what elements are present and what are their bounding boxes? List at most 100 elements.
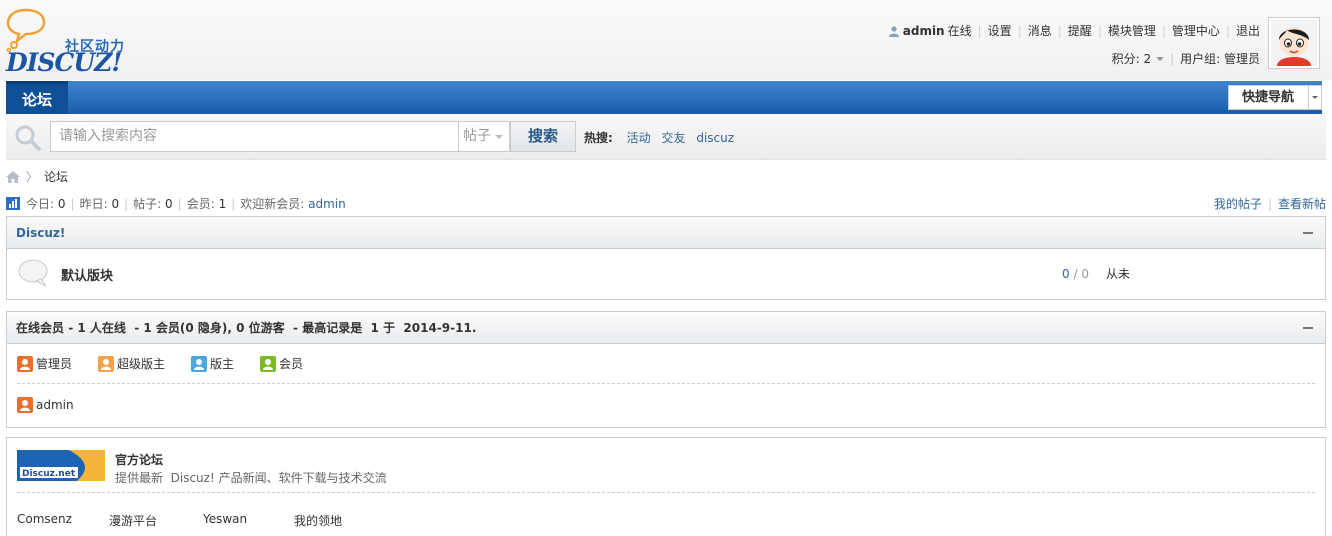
divider: | bbox=[231, 196, 236, 211]
avatar[interactable] bbox=[1268, 17, 1320, 69]
online-status[interactable]: 在线 bbox=[948, 22, 972, 39]
legend-admin: 管理员 bbox=[17, 355, 72, 372]
hot-search: 热搜: 活动 交友 discuz bbox=[584, 129, 741, 146]
today-count: 0 bbox=[57, 196, 66, 211]
members-label: 会员: bbox=[186, 197, 215, 211]
online-user-link[interactable]: admin bbox=[36, 398, 74, 412]
post-count: 0 bbox=[1081, 267, 1089, 281]
category-box: Discuz! 默认版块 0 / 0 从未 bbox=[6, 216, 1326, 300]
search-type-select[interactable]: 帖子 bbox=[459, 121, 510, 152]
divider: | bbox=[177, 196, 182, 211]
collapse-icon[interactable] bbox=[1303, 327, 1313, 329]
online-title[interactable]: 在线会员 bbox=[16, 321, 64, 335]
chevron-down-icon bbox=[495, 135, 503, 139]
hot-search-item[interactable]: 交友 bbox=[661, 131, 685, 145]
divider bbox=[17, 383, 1315, 384]
friend-links: Comsenz 漫游平台 Yeswan 我的领地 bbox=[17, 512, 342, 529]
discuz-net-logo[interactable]: Discuz.net bbox=[17, 450, 105, 481]
user-group-link[interactable]: 用户组: 管理员 bbox=[1180, 50, 1260, 67]
header: 社区动力 DISCUZ! admin 在线 | 设置 | 消息 | 提醒 | 模… bbox=[0, 0, 1332, 80]
logo[interactable]: 社区动力 DISCUZ! bbox=[6, 8, 136, 77]
official-forum-desc: 提供最新 Discuz! 产品新闻、软件下载与技术交流 bbox=[115, 471, 387, 485]
settings-link[interactable]: 设置 bbox=[988, 22, 1012, 39]
search-type-label: 帖子 bbox=[463, 128, 491, 144]
official-forum-link[interactable]: 官方论坛 bbox=[115, 451, 163, 468]
messages-link[interactable]: 消息 bbox=[1028, 22, 1052, 39]
breadcrumb-separator: 〉 bbox=[26, 170, 39, 184]
logout-link[interactable]: 退出 bbox=[1236, 22, 1260, 39]
credits-link[interactable]: 积分: 2 bbox=[1112, 50, 1152, 67]
collapse-icon[interactable] bbox=[1303, 232, 1313, 234]
new-posts-link[interactable]: 查看新帖 bbox=[1278, 197, 1326, 211]
user-info: 积分: 2 | 用户组: 管理员 bbox=[1112, 50, 1260, 67]
hot-search-label: 热搜: bbox=[584, 131, 613, 145]
logo-brand: DISCUZ! bbox=[6, 48, 122, 77]
divider: | bbox=[1097, 23, 1102, 38]
forum-counts: 0 / 0 bbox=[1062, 267, 1089, 281]
members-count: 1 bbox=[218, 196, 227, 211]
quick-nav-button[interactable]: 快捷导航 bbox=[1228, 85, 1322, 110]
user-icon bbox=[888, 25, 899, 37]
chevron-down-icon[interactable] bbox=[1156, 56, 1165, 61]
legend-label: 管理员 bbox=[36, 357, 73, 371]
online-user: admin bbox=[17, 397, 74, 413]
breadcrumb-current[interactable]: 论坛 bbox=[44, 168, 68, 185]
hot-search-item[interactable]: 活动 bbox=[627, 131, 651, 145]
newest-member-link[interactable]: admin bbox=[308, 197, 346, 211]
legend-moderator: 版主 bbox=[191, 355, 234, 372]
divider: | bbox=[1267, 197, 1272, 211]
legend-super-moderator: 超级版主 bbox=[98, 355, 165, 372]
hot-search-item[interactable]: discuz bbox=[696, 131, 734, 145]
friend-links-box: Discuz.net 官方论坛 提供最新 Discuz! 产品新闻、软件下载与技… bbox=[6, 437, 1326, 536]
legend-member: 会员 bbox=[260, 355, 303, 372]
posts-label: 帖子: bbox=[133, 197, 162, 211]
today-label: 今日: bbox=[26, 197, 55, 211]
online-summary: - 1 人在线 - 1 会员(0 隐身), 0 位游客 - 最高记录是 1 于 … bbox=[64, 321, 477, 335]
count-separator: / bbox=[1069, 267, 1082, 281]
friend-link[interactable]: 漫游平台 bbox=[109, 512, 203, 529]
username-link[interactable]: admin bbox=[903, 24, 945, 38]
yesterday-label: 昨日: bbox=[79, 197, 108, 211]
module-admin-link[interactable]: 模块管理 bbox=[1108, 22, 1156, 39]
thread-count: 0 bbox=[1062, 267, 1070, 281]
discuz-net-banner-icon: Discuz.net bbox=[17, 450, 105, 481]
legend-label: 版主 bbox=[210, 357, 235, 371]
admin-center-link[interactable]: 管理中心 bbox=[1172, 22, 1220, 39]
online-members-box: 在线会员 - 1 人在线 - 1 会员(0 隐身), 0 位游客 - 最高记录是… bbox=[6, 311, 1326, 428]
newest-member-label: 欢迎新会员: bbox=[240, 197, 305, 211]
avatar-face-icon bbox=[1271, 20, 1317, 66]
main-navbar: 论坛 快捷导航 bbox=[6, 81, 1322, 114]
divider: | bbox=[124, 196, 129, 211]
friend-link[interactable]: Yeswan bbox=[203, 512, 294, 529]
friend-link[interactable]: 我的领地 bbox=[294, 512, 342, 529]
forum-bubble-icon bbox=[18, 259, 48, 287]
divider bbox=[17, 492, 1315, 493]
moderator-user-icon bbox=[191, 355, 208, 372]
search-button[interactable]: 搜索 bbox=[510, 121, 576, 152]
my-posts-link[interactable]: 我的帖子 bbox=[1214, 197, 1262, 211]
forum-stats: 今日: 0 | 昨日: 0 | 帖子: 0 | 会员: 1 | 欢迎新会员: a… bbox=[6, 195, 346, 212]
notifications-link[interactable]: 提醒 bbox=[1068, 22, 1092, 39]
forum-name-link[interactable]: 默认版块 bbox=[61, 265, 113, 284]
category-title[interactable]: Discuz! bbox=[16, 226, 65, 240]
stats-chart-icon bbox=[6, 197, 20, 210]
user-group-legend: 管理员 超级版主 版主 会员 bbox=[17, 355, 329, 372]
divider: | bbox=[977, 23, 982, 38]
home-icon[interactable] bbox=[6, 170, 20, 183]
divider: | bbox=[70, 196, 75, 211]
legend-label: 超级版主 bbox=[117, 357, 166, 371]
yesterday-count: 0 bbox=[111, 196, 120, 211]
posts-count: 0 bbox=[165, 196, 173, 211]
user-nav: admin 在线 | 设置 | 消息 | 提醒 | 模块管理 | 管理中心 | … bbox=[888, 22, 1260, 39]
member-user-icon bbox=[260, 355, 277, 372]
banner-text: Discuz.net bbox=[22, 469, 76, 479]
friend-link[interactable]: Comsenz bbox=[17, 512, 109, 529]
category-header: Discuz! bbox=[7, 217, 1325, 249]
chevron-down-icon[interactable] bbox=[1308, 86, 1321, 109]
thread-links: 我的帖子 | 查看新帖 bbox=[1214, 195, 1326, 212]
tab-forum[interactable]: 论坛 bbox=[6, 81, 68, 114]
search-input[interactable]: 请输入搜索内容 bbox=[50, 121, 459, 152]
divider: | bbox=[1225, 23, 1230, 38]
divider: | bbox=[1017, 23, 1022, 38]
divider: | bbox=[1170, 51, 1175, 66]
